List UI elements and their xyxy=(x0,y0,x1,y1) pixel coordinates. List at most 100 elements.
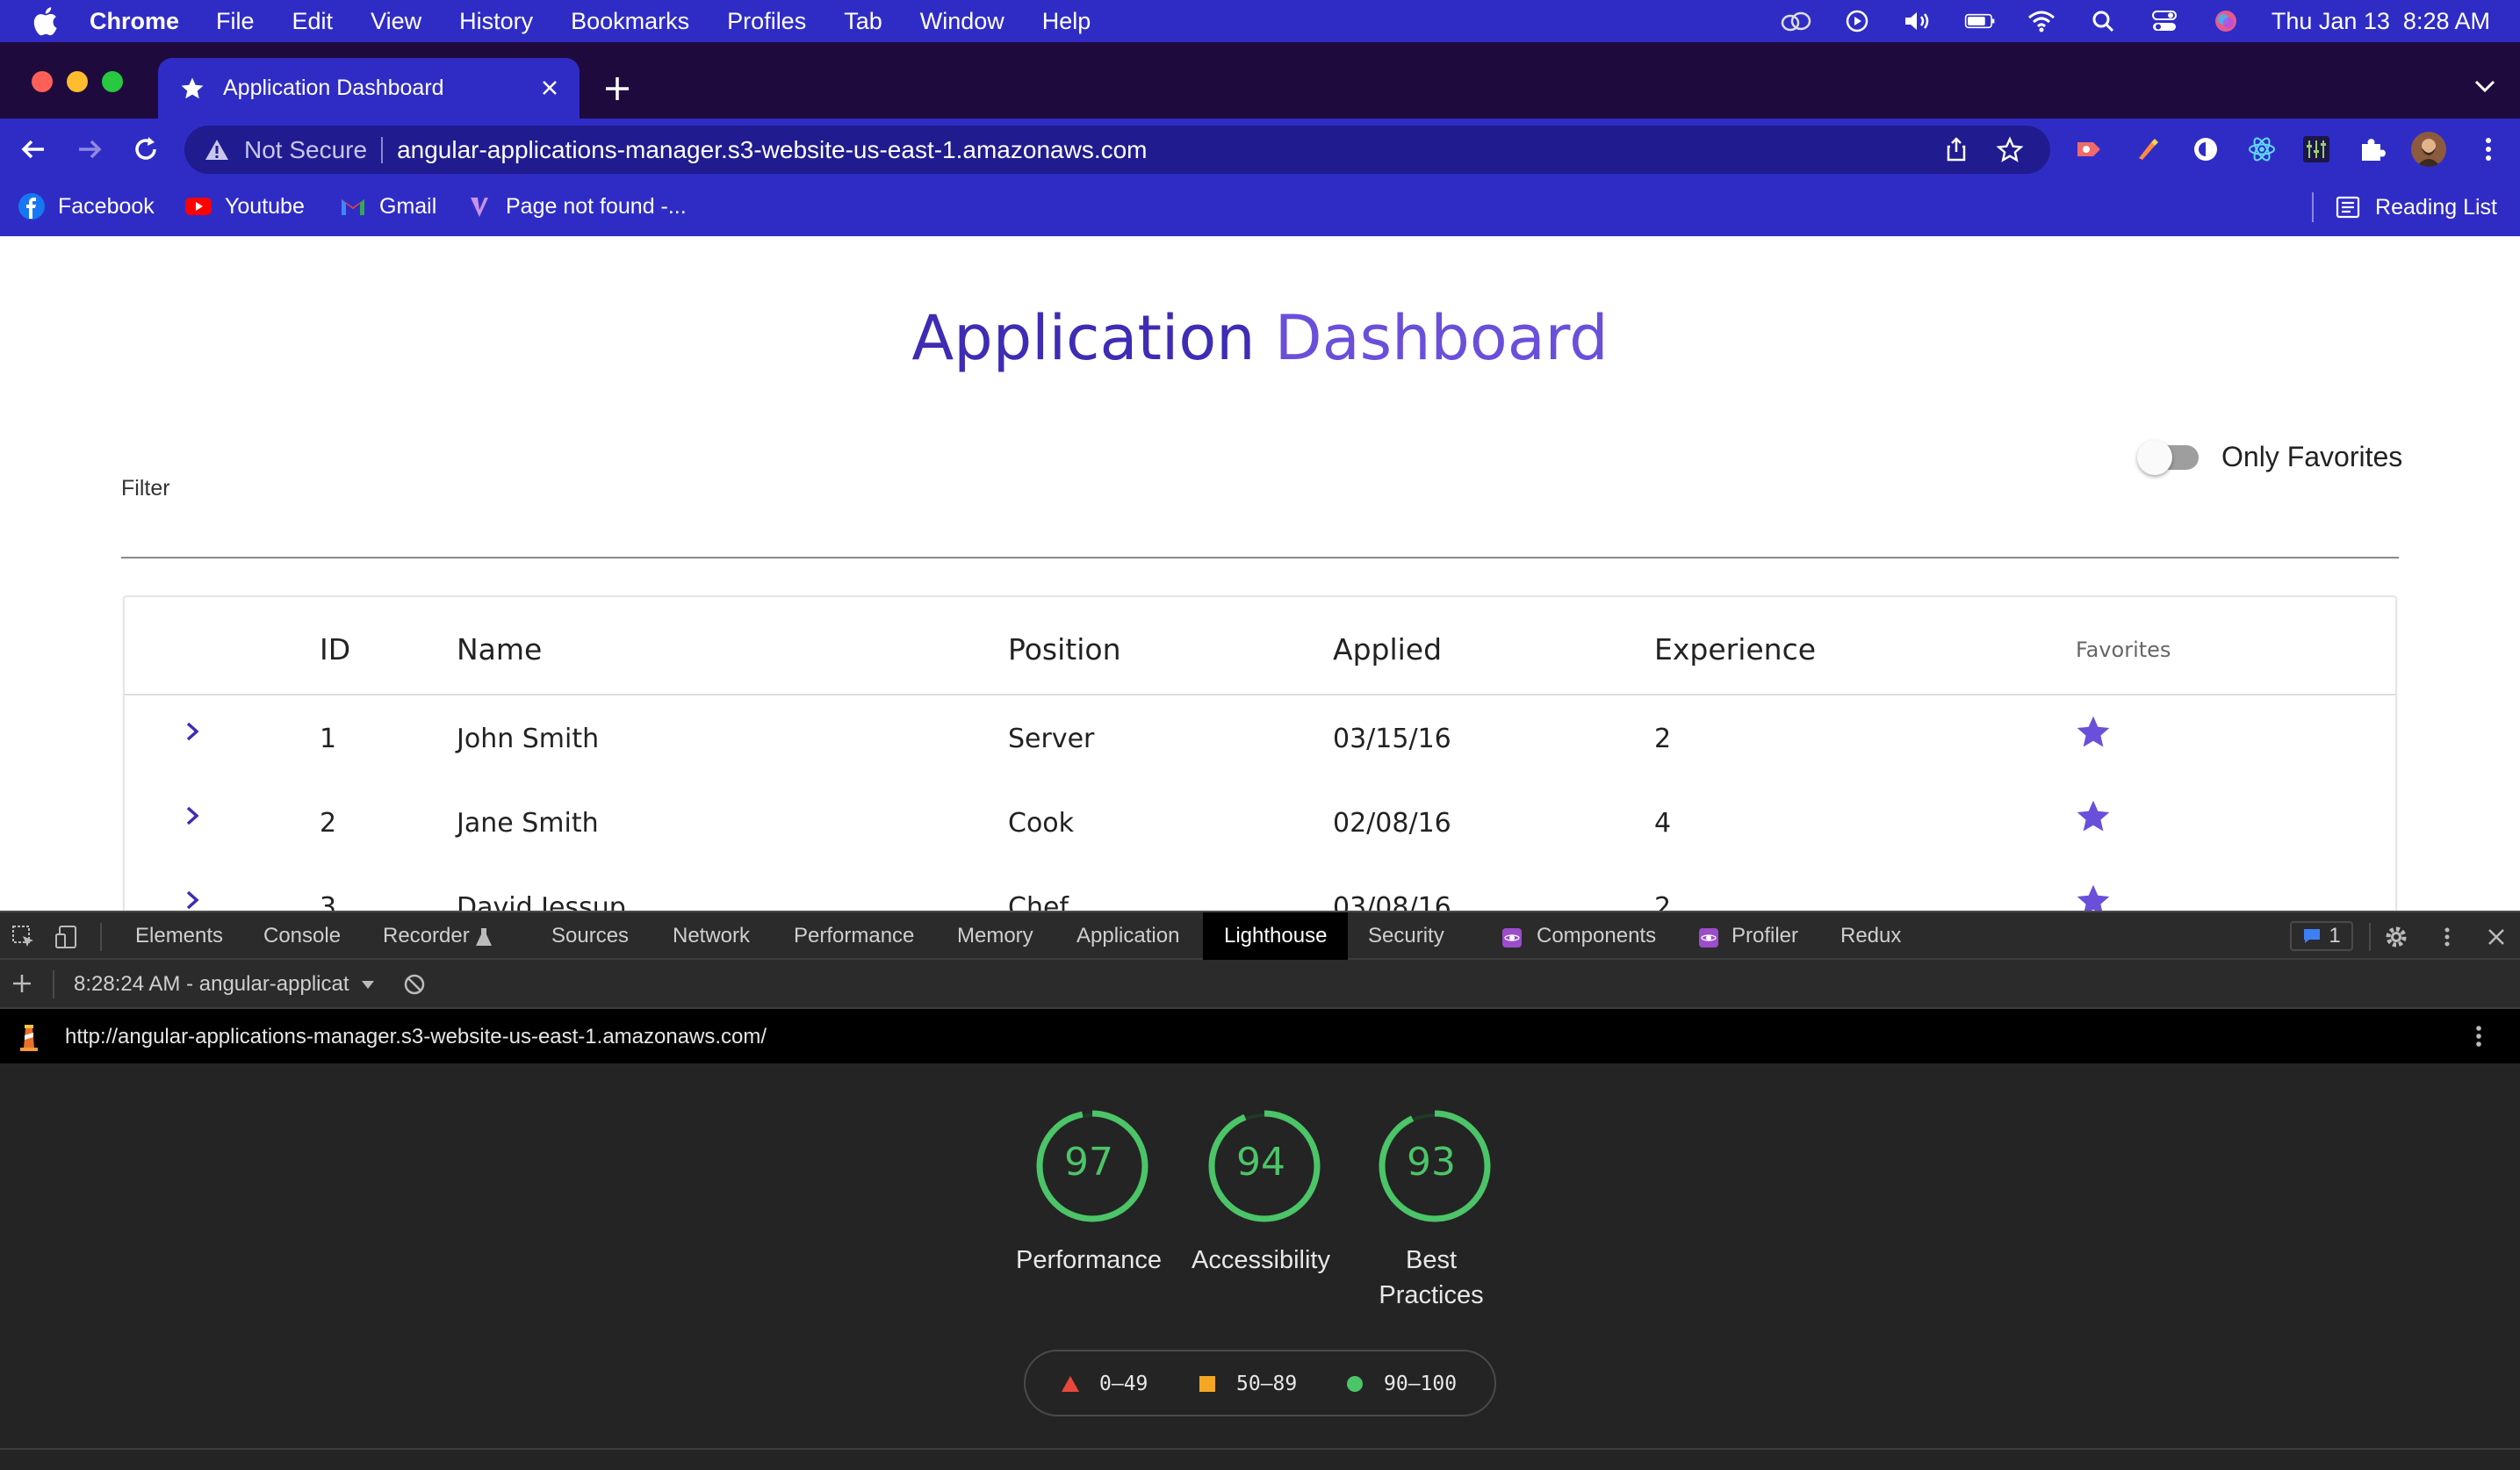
menubar-datetime[interactable]: Thu Jan 13 8:28 AM xyxy=(2272,8,2490,35)
bookmarks-divider xyxy=(2312,192,2315,222)
bookmark-star-icon[interactable] xyxy=(1996,136,2024,164)
favorite-star-icon[interactable] xyxy=(2074,797,2113,836)
device-toolbar-icon[interactable] xyxy=(54,924,81,950)
menu-bookmarks[interactable]: Bookmarks xyxy=(571,8,689,35)
devtools-tab-application[interactable]: Application xyxy=(1055,912,1200,960)
window-minimize-button[interactable] xyxy=(67,71,88,92)
devtools-tab-recorder[interactable]: Recorder xyxy=(362,912,491,960)
devtools-tab-console[interactable]: Console xyxy=(242,912,362,960)
tab-search-chevron-icon[interactable] xyxy=(2473,77,2497,95)
menu-edit[interactable]: Edit xyxy=(292,8,334,35)
url-text[interactable]: angular-applications-manager.s3-website-… xyxy=(397,136,1147,164)
devtools-tab-lighthouse[interactable]: Lighthouse xyxy=(1203,912,1349,960)
report-kebab-icon[interactable] xyxy=(2466,1021,2492,1051)
report-selector-dropdown[interactable]: 8:28:24 AM - angular-applicat xyxy=(74,972,376,997)
menu-profiles[interactable]: Profiles xyxy=(727,8,806,35)
menu-history[interactable]: History xyxy=(459,8,533,35)
score-gauge-performance[interactable]: 97 xyxy=(1031,1108,1154,1228)
devtools-tab-sources[interactable]: Sources xyxy=(530,912,650,960)
toggle-knob[interactable] xyxy=(2137,439,2172,475)
menu-view[interactable]: View xyxy=(371,8,421,35)
devtools-tab-components[interactable]: Components xyxy=(1516,912,1677,960)
menu-tab[interactable]: Tab xyxy=(844,8,882,35)
only-favorites-toggle[interactable]: Only Favorites xyxy=(2137,439,2402,475)
react-devtools-extension-icon[interactable] xyxy=(2246,133,2278,165)
close-devtools-icon[interactable] xyxy=(2483,924,2509,950)
toggle-label[interactable]: Only Favorites xyxy=(2221,441,2402,473)
report-url[interactable]: http://angular-applications-manager.s3-w… xyxy=(65,1025,767,1049)
column-header-experience[interactable]: Experience xyxy=(1654,632,1816,667)
spotlight-search-icon[interactable] xyxy=(2087,9,2119,33)
inspect-element-icon[interactable] xyxy=(11,924,37,950)
redux-devtools-extension-icon[interactable] xyxy=(2300,133,2332,165)
column-header-applied[interactable]: Applied xyxy=(1333,632,1442,667)
favorite-star-icon[interactable] xyxy=(2074,713,2113,752)
battery-icon[interactable] xyxy=(1964,9,1996,33)
bookmark-page-not-found[interactable]: Page not found -... xyxy=(465,192,687,220)
table-row[interactable]: 3 David Jessup Chef 03/08/16 2 xyxy=(125,864,2395,911)
window-zoom-button[interactable] xyxy=(102,71,123,92)
volume-icon[interactable] xyxy=(1903,9,1934,33)
devtools-tab-redux[interactable]: Redux xyxy=(1819,912,1922,960)
apple-menu-icon[interactable] xyxy=(32,6,58,36)
share-icon[interactable] xyxy=(1943,136,1969,162)
legend-range: 90–100 xyxy=(1384,1373,1458,1395)
column-header-position[interactable]: Position xyxy=(1008,632,1121,667)
devtools-tab-security[interactable]: Security xyxy=(1347,912,1465,960)
close-tab-icon[interactable] xyxy=(537,76,562,100)
wifi-icon[interactable] xyxy=(2026,9,2057,33)
back-arrow-icon[interactable] xyxy=(18,133,49,165)
profile-avatar[interactable] xyxy=(2411,132,2446,167)
color-picker-extension-icon[interactable] xyxy=(2132,133,2164,165)
address-bar[interactable]: Not Secure angular-applications-manager.… xyxy=(184,126,2050,174)
bookmark-facebook[interactable]: Facebook xyxy=(18,192,155,220)
expand-row-chevron-icon[interactable] xyxy=(179,801,205,831)
issues-counter-button[interactable]: 1 xyxy=(2290,921,2353,951)
reading-list-button[interactable]: Reading List xyxy=(2312,192,2497,222)
security-status-label[interactable]: Not Secure xyxy=(244,136,367,164)
settings-gear-icon[interactable] xyxy=(2383,924,2409,950)
bookmark-youtube[interactable]: Youtube xyxy=(184,192,305,220)
favorite-star-icon[interactable] xyxy=(2074,882,2113,911)
menu-app-chrome[interactable]: Chrome xyxy=(90,8,179,35)
devtools-tab-memory[interactable]: Memory xyxy=(936,912,1055,960)
clear-reports-icon[interactable] xyxy=(402,972,427,997)
play-circle-icon[interactable] xyxy=(1841,9,1873,33)
score-gauge-best-practices[interactable]: 93 xyxy=(1373,1108,1496,1228)
menu-window[interactable]: Window xyxy=(920,8,1004,35)
score-gauge-accessibility[interactable]: 94 xyxy=(1203,1108,1326,1228)
siri-icon[interactable] xyxy=(2210,9,2242,33)
reload-icon[interactable] xyxy=(130,133,162,165)
screen-recorder-extension-icon[interactable] xyxy=(2074,133,2106,165)
devtools-tab-elements[interactable]: Elements xyxy=(114,912,244,960)
devtools-kebab-icon[interactable] xyxy=(2434,924,2460,950)
tab-application-dashboard[interactable]: Application Dashboard xyxy=(158,58,580,119)
column-header-name[interactable]: Name xyxy=(457,632,542,667)
control-center-icon[interactable] xyxy=(2149,9,2180,33)
toggle-track[interactable] xyxy=(2137,439,2199,475)
filter-input-underline[interactable] xyxy=(121,557,2399,558)
devtools-tab-performance[interactable]: Performance xyxy=(773,912,935,960)
forward-arrow-icon[interactable] xyxy=(74,133,105,165)
creative-cloud-icon[interactable] xyxy=(1780,9,1811,33)
menu-help[interactable]: Help xyxy=(1042,8,1091,35)
table-row[interactable]: 1 John Smith Server 03/15/16 2 xyxy=(125,695,2395,780)
new-report-plus-icon[interactable] xyxy=(11,972,33,995)
devtools-tab-network[interactable]: Network xyxy=(652,912,771,960)
expand-row-chevron-icon[interactable] xyxy=(179,885,205,911)
new-tab-icon[interactable] xyxy=(602,74,632,104)
column-header-id[interactable]: ID xyxy=(320,632,350,667)
devtools-tab-profiler[interactable]: Profiler xyxy=(1710,912,1819,960)
experiment-flask-icon xyxy=(476,928,492,946)
cell-name: Jane Smith xyxy=(457,808,599,839)
extensions-puzzle-icon[interactable] xyxy=(2357,133,2388,165)
bookmark-gmail[interactable]: Gmail xyxy=(339,192,436,220)
menu-file[interactable]: File xyxy=(216,8,255,35)
dark-reader-extension-icon[interactable] xyxy=(2190,133,2221,165)
cell-name: John Smith xyxy=(457,724,600,754)
chrome-menu-kebab-icon[interactable] xyxy=(2473,133,2504,165)
window-close-button[interactable] xyxy=(32,71,53,92)
warning-triangle-icon[interactable] xyxy=(204,137,230,163)
table-row[interactable]: 2 Jane Smith Cook 02/08/16 4 xyxy=(125,780,2395,864)
expand-row-chevron-icon[interactable] xyxy=(179,717,205,746)
